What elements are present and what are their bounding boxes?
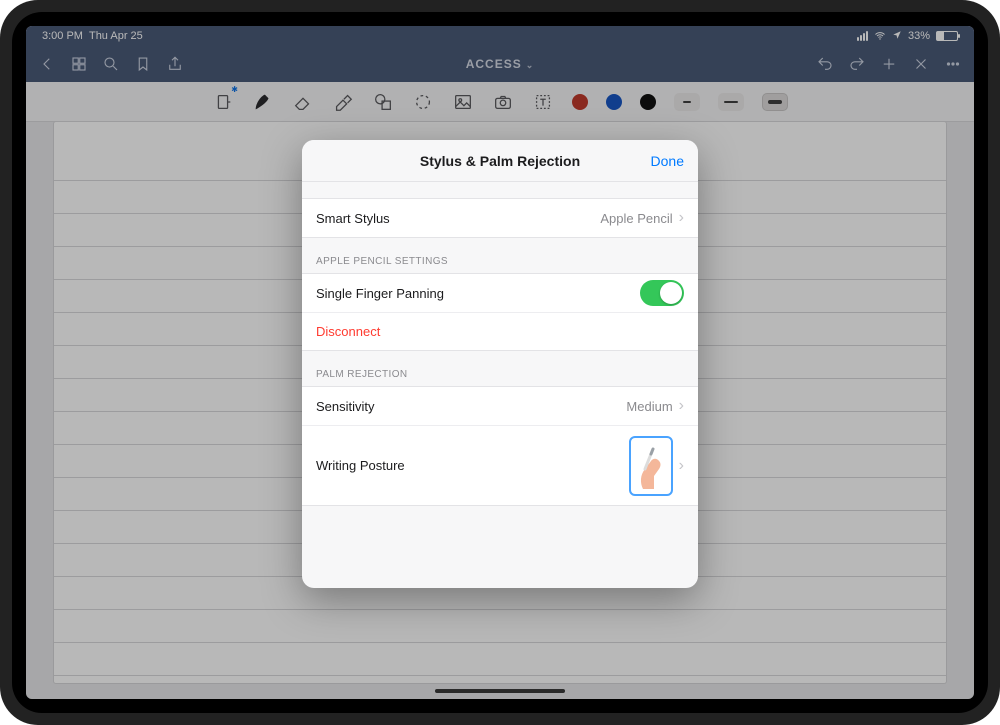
chevron-right-icon: › — [679, 210, 684, 226]
pencil-section-header: APPLE PENCIL SETTINGS — [302, 238, 698, 273]
smart-stylus-section: Smart Stylus Apple Pencil › — [302, 198, 698, 238]
chevron-right-icon: › — [679, 398, 684, 414]
stylus-settings-modal: Stylus & Palm Rejection Done Smart Stylu… — [302, 140, 698, 588]
disconnect-row[interactable]: Disconnect — [302, 312, 698, 350]
posture-illustration — [629, 436, 673, 496]
smart-stylus-row[interactable]: Smart Stylus Apple Pencil › — [302, 199, 698, 237]
chevron-right-icon: › — [679, 458, 684, 474]
writing-posture-row[interactable]: Writing Posture › — [302, 425, 698, 505]
sensitivity-label: Sensitivity — [316, 399, 375, 414]
palm-section-header: PALM REJECTION — [302, 351, 698, 386]
disconnect-button[interactable]: Disconnect — [316, 324, 380, 339]
pencil-section: Single Finger Panning Disconnect — [302, 273, 698, 351]
home-indicator[interactable] — [435, 689, 565, 693]
modal-title: Stylus & Palm Rejection — [420, 153, 580, 169]
screen: 3:00 PM Thu Apr 25 33% — [26, 26, 974, 699]
panning-toggle[interactable] — [640, 280, 684, 306]
smart-stylus-value: Apple Pencil — [600, 211, 672, 226]
ipad-bezel: 3:00 PM Thu Apr 25 33% — [12, 12, 988, 713]
panning-label: Single Finger Panning — [316, 286, 444, 301]
palm-section: Sensitivity Medium › Writing Posture — [302, 386, 698, 506]
single-finger-panning-row[interactable]: Single Finger Panning — [302, 274, 698, 312]
posture-label: Writing Posture — [316, 458, 405, 473]
sensitivity-value: Medium — [626, 399, 672, 414]
done-button[interactable]: Done — [651, 140, 684, 181]
ipad-frame: 3:00 PM Thu Apr 25 33% — [0, 0, 1000, 725]
modal-header: Stylus & Palm Rejection Done — [302, 140, 698, 182]
smart-stylus-label: Smart Stylus — [316, 211, 390, 226]
sensitivity-row[interactable]: Sensitivity Medium › — [302, 387, 698, 425]
